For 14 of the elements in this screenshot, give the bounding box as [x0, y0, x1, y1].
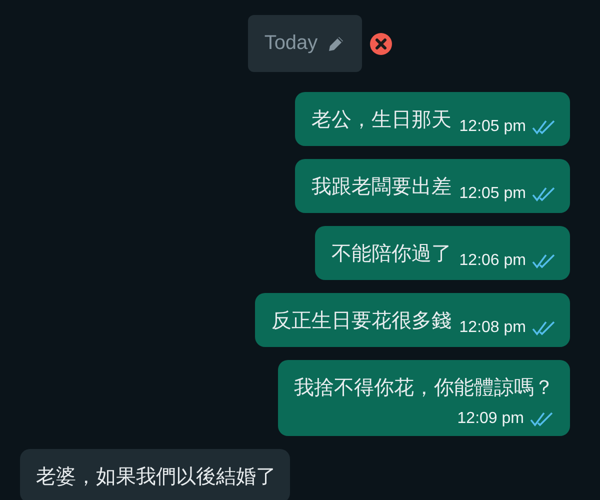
message-text: 我捨不得你花，你能體諒嗎？: [294, 374, 554, 401]
message-time: 12:05 pm: [459, 118, 526, 136]
message-text: 老婆，如果我們以後結婚了: [36, 463, 276, 490]
message-text: 不能陪你過了: [331, 240, 452, 267]
message-text: 反正生日要花很多錢: [271, 307, 452, 334]
date-chip[interactable]: Today: [248, 15, 362, 72]
message-time: 12:09 pm: [457, 410, 524, 428]
message-time: 12:08 pm: [459, 319, 526, 337]
message-time: 12:05 pm: [459, 185, 526, 203]
message-text: 老公，生日那天: [311, 106, 452, 133]
message-time: 12:06 pm: [459, 252, 526, 270]
message-text: 我跟老闆要出差: [311, 173, 452, 200]
date-label: Today: [264, 32, 318, 55]
close-icon[interactable]: [370, 32, 392, 54]
